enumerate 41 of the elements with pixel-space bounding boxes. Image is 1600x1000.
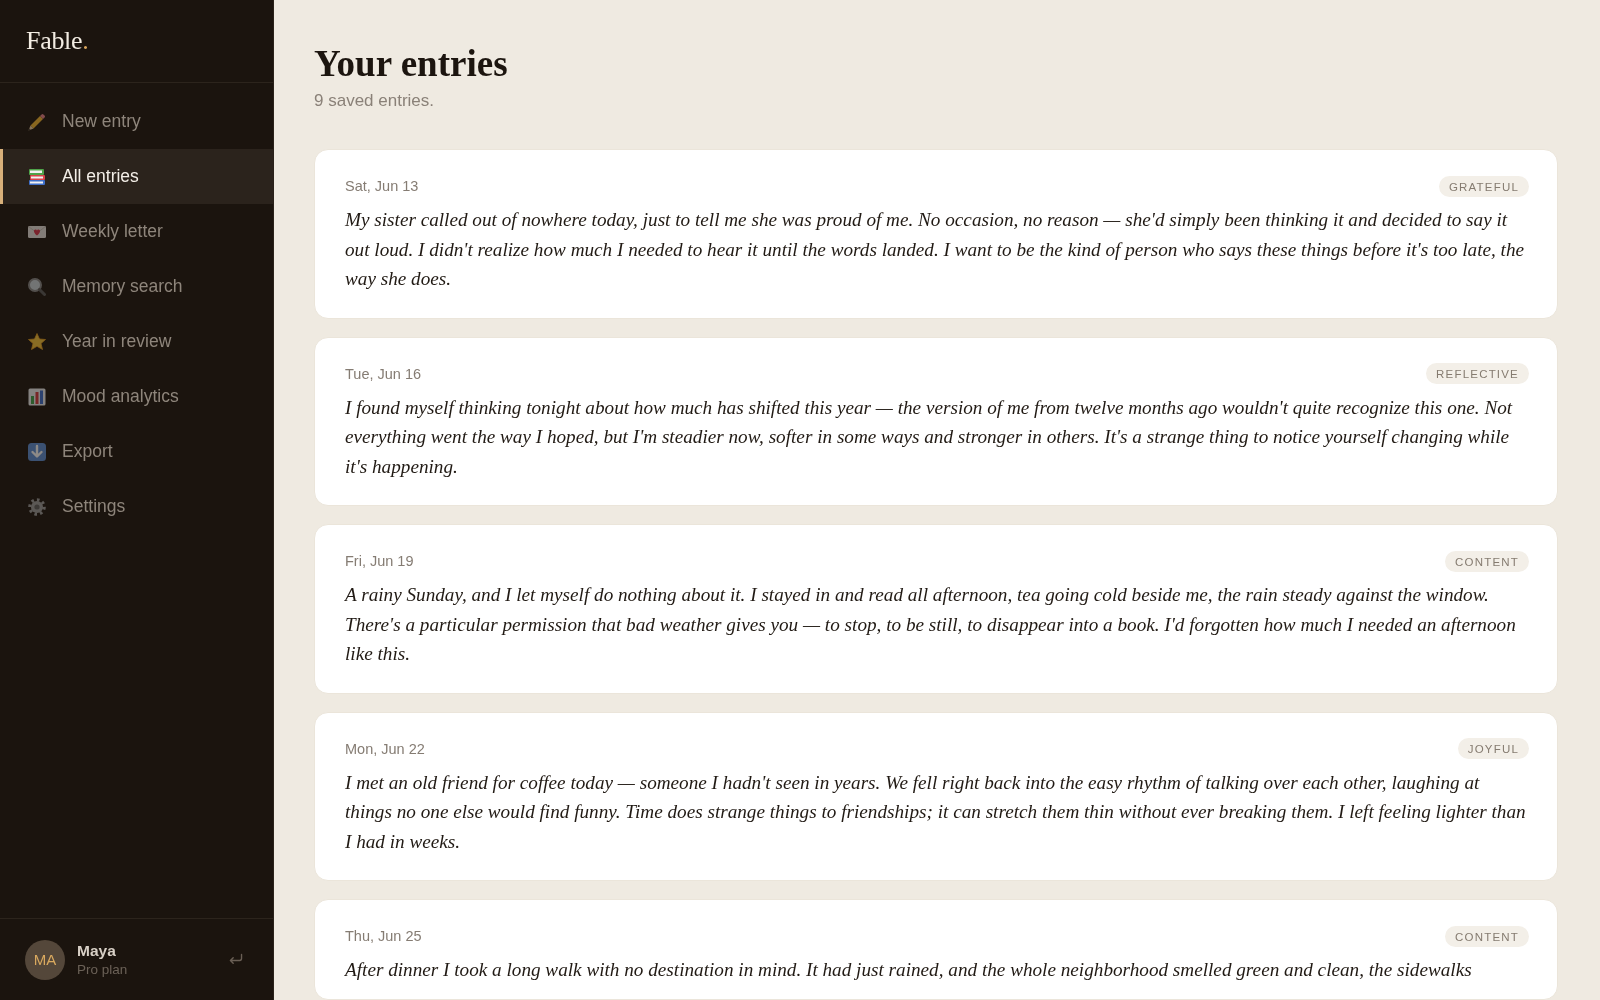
- sidebar-nav-item[interactable]: All entries: [0, 149, 273, 204]
- mood-tag: REFLECTIVE: [1426, 363, 1529, 384]
- entry-date: Tue, Jun 16: [345, 365, 422, 382]
- entry-card[interactable]: [314, 336, 1558, 506]
- entry-text: I met an old friend for coffee today — someone I hadn't seen in years. We fell right back into the easy rhythm of talking over each other, laughing at things no one else would find funny. Time does strange things to friendships; it can stretch them thin without ever breaking them. I left feeling lighter than I had in weeks.: [345, 770, 1527, 854]
- sidebar-nav-item[interactable]: Weekly letter: [0, 204, 273, 259]
- entry-date: Sat, Jun 13: [345, 178, 419, 194]
- mood-tag: CONTENT: [1445, 550, 1529, 572]
- entry-card[interactable]: [314, 524, 1558, 694]
- entry-date: Fri, Jun 19: [345, 553, 414, 569]
- avatar: MA: [25, 939, 65, 980]
- user-name: Maya: [77, 941, 117, 960]
- entry-text: My sister called out of nowhere today, just to tell me she was proud of me. No occasion, no reason — she'd simply been thinking it and decided to say it out loud. I didn't realize how much I needed to hear it until the words landed. I want to be the kind of person who says these things before it's too late, the way she does.: [345, 208, 1526, 291]
- page-title: Your entries: [314, 44, 509, 84]
- bar-chart-icon: [27, 386, 47, 407]
- entry-date: Mon, Jun 22: [345, 740, 425, 757]
- pencil-icon: [27, 111, 47, 132]
- mood-tag: CONTENT: [1445, 925, 1529, 947]
- plan-label: Pro plan: [77, 961, 129, 978]
- entry-text: A rainy Sunday, and I let myself do nothing about it. I stayed in and read all afternoon, tea going cold beside me, the rain steady against the window. There's a particular permission that bad weather gives you — to stop, to be still, to disappear into a book. I'd forgotten how much I needed an afternoon like this.: [345, 583, 1517, 666]
- entry-card[interactable]: [314, 711, 1558, 881]
- sidebar-nav-item[interactable]: Memory search: [0, 259, 273, 314]
- mood-tag: JOYFUL: [1457, 738, 1529, 759]
- sidebar-nav-item[interactable]: Export: [0, 424, 273, 479]
- entry-date: Thu, Jun 25: [345, 928, 422, 944]
- sidebar-nav-item[interactable]: Mood analytics: [0, 369, 273, 424]
- star-icon: [27, 331, 47, 352]
- entry-text: After dinner I took a long walk with no destination in mind. It had just rained, and the whole neighborhood smelled green and clean, the sidewalks: [345, 958, 1473, 982]
- search-icon: [27, 276, 47, 297]
- sidebar-nav-item[interactable]: New entry: [0, 94, 273, 149]
- mood-tag: GRATEFUL: [1438, 175, 1529, 197]
- books-icon: [27, 166, 47, 187]
- entry-text: I found myself thinking tonight about how much has shifted this year — the version of me from twelve months ago wouldn't quite recognize this one. Not everything went the way I hoped, but I'm steadier now, softer in some ways and stronger in others. It's a strange thing to notice yourself changing while it's happening.: [345, 395, 1514, 479]
- entry-card[interactable]: Thu, Jun 25 CONTENT After dinner I took a long walk with no destination in mind. It had just rained, and the whole neighborhood smelled green and clean, the sidewalks: [314, 899, 1558, 1000]
- sidebar-nav-item[interactable]: Year in review: [0, 314, 273, 369]
- entry-card[interactable]: [314, 149, 1558, 319]
- return-arrow-icon[interactable]: [228, 953, 243, 966]
- entry-count: 9 saved entries.: [314, 90, 435, 112]
- logo: Fable.: [26, 26, 89, 56]
- settings-icon: [27, 496, 47, 517]
- sidebar-nav-item[interactable]: Settings: [0, 479, 273, 534]
